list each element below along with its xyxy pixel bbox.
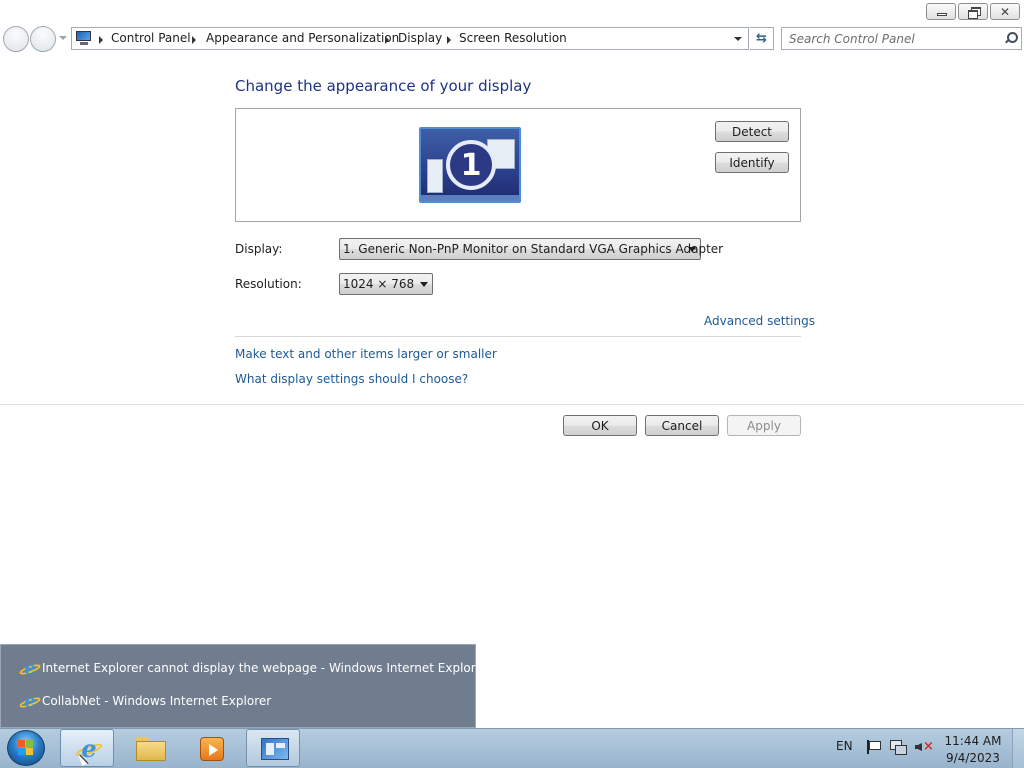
clock-date[interactable]: 9/4/2023: [940, 750, 1006, 766]
search-box[interactable]: [781, 27, 1022, 50]
ie-icon: e: [18, 693, 42, 711]
breadcrumb-display[interactable]: Display: [398, 31, 442, 45]
restore-icon: [968, 7, 981, 19]
monitor-taskbar-graphic: [421, 195, 519, 201]
ie-icon: e: [18, 660, 42, 678]
language-indicator[interactable]: EN: [836, 739, 853, 753]
show-desktop-button[interactable]: [1012, 729, 1024, 768]
divider: [0, 404, 1024, 405]
taskbar-control-panel[interactable]: [246, 729, 300, 767]
cancel-button[interactable]: Cancel: [645, 415, 719, 436]
close-button[interactable]: ✕: [990, 3, 1020, 20]
advanced-settings-link[interactable]: Advanced settings: [704, 314, 815, 328]
navigation-bar: Control Panel Appearance and Personaliza…: [0, 24, 1024, 54]
text-size-link[interactable]: Make text and other items larger or smal…: [235, 347, 497, 361]
monitor-window-graphic: [427, 159, 443, 193]
address-dropdown-button[interactable]: [729, 29, 747, 48]
minimize-button[interactable]: [926, 3, 956, 20]
media-player-icon: [200, 737, 224, 761]
search-icon[interactable]: [1004, 32, 1018, 45]
page-title: Change the appearance of your display: [235, 77, 532, 95]
window-list-item[interactable]: e CollabNet - Windows Internet Explorer: [1, 688, 475, 718]
identify-button[interactable]: Identify: [715, 152, 789, 173]
window-list-item-title: Internet Explorer cannot display the web…: [42, 661, 488, 675]
detect-button[interactable]: Detect: [715, 121, 789, 142]
apply-button[interactable]: Apply: [727, 415, 801, 436]
taskbar-windows-explorer[interactable]: [122, 729, 176, 767]
breadcrumb-separator-icon[interactable]: [447, 36, 451, 44]
monitor-number-badge: 1: [446, 140, 496, 190]
clock-time[interactable]: 11:44 AM: [940, 733, 1006, 749]
chevron-down-icon: [420, 282, 428, 287]
window-list-item[interactable]: e Internet Explorer cannot display the w…: [1, 655, 488, 685]
chevron-down-icon: [688, 247, 696, 252]
resolution-select[interactable]: 1024 × 768: [339, 273, 433, 295]
folder-icon: [136, 737, 166, 761]
network-icon[interactable]: [890, 740, 907, 755]
breadcrumb-separator-icon[interactable]: [99, 36, 103, 44]
back-button[interactable]: [3, 26, 29, 52]
address-bar[interactable]: Control Panel Appearance and Personaliza…: [71, 27, 749, 50]
action-center-flag-icon[interactable]: [866, 740, 881, 754]
refresh-button[interactable]: ⇆: [750, 27, 774, 50]
window-title-bar: ✕: [0, 0, 1024, 24]
search-input[interactable]: [784, 29, 994, 48]
taskbar-window-list-popup: e Internet Explorer cannot display the w…: [0, 644, 488, 728]
maximize-button[interactable]: [958, 3, 988, 20]
minimize-icon: [937, 13, 947, 16]
windows-logo-icon: [18, 740, 34, 756]
close-icon: ✕: [999, 4, 1011, 19]
monitor-preview-panel: 1 Detect Identify: [235, 108, 801, 222]
control-panel-icon: [261, 738, 289, 760]
breadcrumb-separator-icon[interactable]: [192, 36, 196, 44]
breadcrumb-appearance[interactable]: Appearance and Personalization: [206, 31, 399, 45]
resolution-label: Resolution:: [235, 277, 302, 291]
forward-button[interactable]: [30, 26, 56, 52]
divider: [235, 336, 801, 337]
display-select[interactable]: 1. Generic Non-PnP Monitor on Standard V…: [339, 238, 723, 260]
monitor-thumbnail[interactable]: 1: [419, 127, 521, 203]
resolution-select-value: 1024 × 768: [343, 277, 415, 291]
display-label: Display:: [235, 242, 283, 256]
breadcrumb-control-panel[interactable]: Control Panel: [111, 31, 191, 45]
taskbar-media-player[interactable]: [184, 729, 238, 767]
breadcrumb-separator-icon[interactable]: [385, 36, 389, 44]
ok-button[interactable]: OK: [563, 415, 637, 436]
display-settings-help-link[interactable]: What display settings should I choose?: [235, 372, 468, 386]
display-select-value: 1. Generic Non-PnP Monitor on Standard V…: [343, 242, 724, 256]
control-panel-icon: [75, 30, 93, 46]
refresh-icon: ⇆: [756, 31, 767, 46]
recent-pages-dropdown[interactable]: [59, 36, 67, 40]
breadcrumb-screen-resolution[interactable]: Screen Resolution: [459, 31, 567, 45]
start-button[interactable]: [7, 730, 45, 766]
window-list-item-title: CollabNet - Windows Internet Explorer: [42, 694, 272, 708]
volume-muted-icon[interactable]: [915, 739, 934, 754]
